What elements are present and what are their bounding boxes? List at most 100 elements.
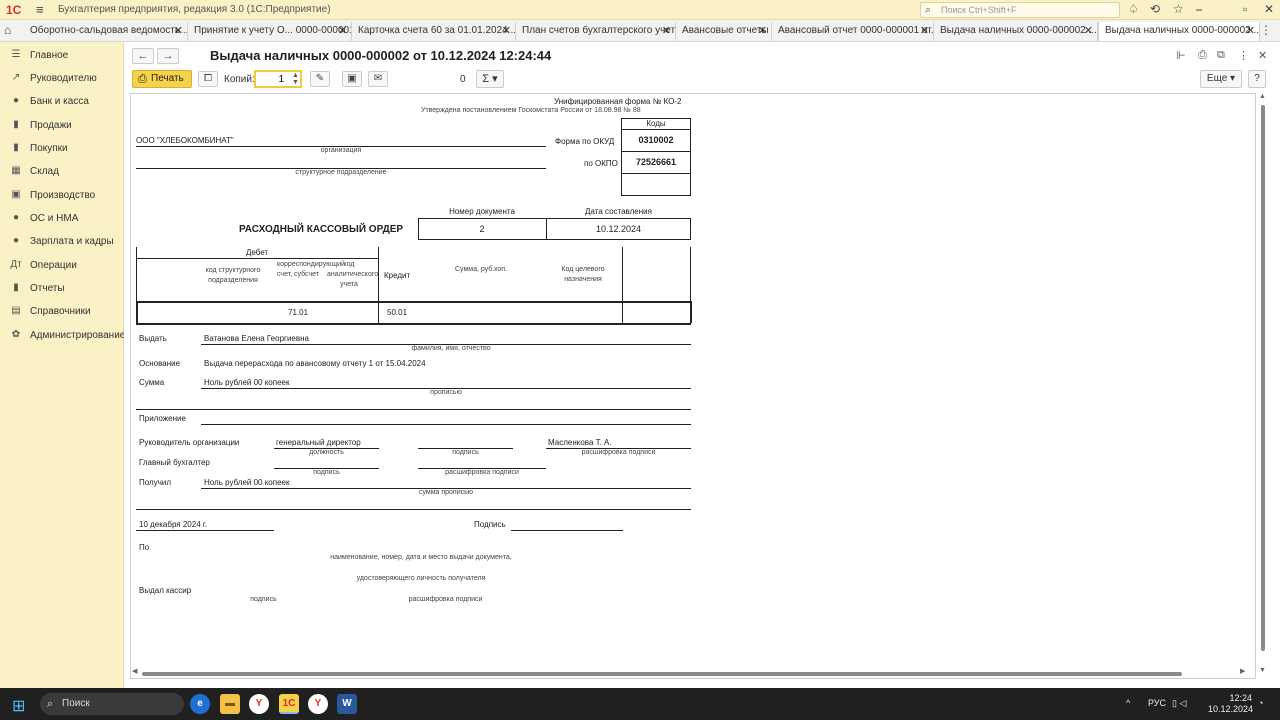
close-tab-icon[interactable]: ✕ [662, 24, 671, 37]
yandex-browser-icon[interactable]: Y [249, 694, 269, 714]
sum-value: 0 [460, 74, 466, 85]
tray-chevron-icon[interactable]: ^ [1126, 698, 1130, 708]
amount-value: Ноль рублей 00 копеек [204, 378, 290, 387]
minimize-icon[interactable]: ⎯ [1196, 2, 1202, 17]
close-tab-icon[interactable]: ✕ [758, 24, 767, 37]
close-tab-icon[interactable]: ✕ [502, 24, 511, 37]
close-form-icon[interactable]: ✕ [1258, 49, 1267, 62]
global-search-input[interactable]: ⌕ Поиск Ctrl+Shift+F [920, 2, 1120, 18]
yandex-icon[interactable]: Y [308, 694, 328, 714]
notifications-icon[interactable]: ◔ [1258, 698, 1263, 708]
scroll-right-icon[interactable]: ▶ [1240, 667, 1245, 675]
windows-start-icon[interactable]: ⊞ [12, 696, 25, 716]
sidebar-item-operations[interactable]: Дт Операции [0, 256, 124, 276]
vertical-scrollbar[interactable]: ▲ ▼ [1258, 93, 1268, 679]
sidebar-item-fixed-assets[interactable]: ● ОС и НМА [0, 209, 124, 229]
sidebar-item-catalogs[interactable]: ▤ Справочники [0, 302, 124, 322]
1c-app-icon[interactable]: 1С [279, 694, 299, 714]
forward-button[interactable]: → [157, 48, 179, 64]
col-amount: Сумма, руб.коп. [454, 266, 507, 273]
link-icon[interactable]: ⧉ [1217, 49, 1225, 62]
signature-caption: подпись [452, 449, 479, 456]
favorites-icon[interactable]: ☆ [1173, 2, 1184, 16]
close-tab-icon[interactable]: ✕ [338, 24, 347, 37]
copies-stepper[interactable]: ▲ ▼ [292, 72, 299, 86]
sidebar-item-purchases[interactable]: ▮ Покупки [0, 139, 124, 159]
scroll-down-icon[interactable]: ▼ [1259, 667, 1266, 674]
more-button[interactable]: Еще ▾ [1200, 70, 1242, 88]
decoding-caption: расшифровка подписи [408, 596, 483, 603]
sidebar-item-reports[interactable]: ▮ Отчеты [0, 279, 124, 299]
main-menu-icon[interactable]: ≡ [36, 2, 44, 17]
search-icon: ⌕ [47, 698, 54, 710]
horizontal-scrollbar[interactable]: ◀ ▶ [132, 667, 1252, 678]
close-tab-icon[interactable]: ✕ [920, 24, 929, 37]
sum-button[interactable]: Σ ▾ [476, 70, 504, 88]
tab-asset-acceptance[interactable]: Принятие к учету О... 0000-000001 ✕ [188, 22, 352, 41]
sidebar-item-bank-cash[interactable]: ● Банк и касса [0, 92, 124, 112]
help-button[interactable]: ? [1248, 70, 1266, 88]
position-caption: должность [309, 449, 344, 456]
settings-icon[interactable]: ⊩ [1176, 49, 1186, 62]
close-tab-icon[interactable]: ✕ [1246, 24, 1255, 37]
codes-header: Коды [646, 119, 666, 128]
sidebar-item-production[interactable]: ▣ Производство [0, 186, 124, 206]
organization-caption: организация [320, 147, 362, 154]
tab-trial-balance[interactable]: Оборотно-сальдовая ведомость ... ✕ [24, 22, 188, 41]
clock[interactable]: 12:24 10.12.2024 [1208, 693, 1253, 715]
sidebar-item-main[interactable]: ☰ Главное [0, 46, 124, 66]
network-sound-icon[interactable]: ▯ ◁ [1172, 698, 1186, 709]
preview-button[interactable]: ⧠ [198, 71, 218, 87]
sidebar-item-warehouse[interactable]: ▦ Склад [0, 162, 124, 182]
explorer-icon[interactable]: ▬ [220, 694, 240, 714]
col-credit: Кредит [384, 271, 411, 280]
amount-caption: прописью [430, 389, 462, 396]
language-indicator[interactable]: РУС [1148, 698, 1166, 708]
col-purpose-code: Код целевого назначения [561, 266, 605, 283]
decoding-caption: расшифровка подписи [581, 449, 656, 456]
close-tab-icon[interactable]: ✕ [1084, 24, 1093, 37]
id-doc-caption: наименование, номер, дата и место выдачи… [330, 554, 512, 561]
tab-account-card[interactable]: Карточка счета 60 за 01.01.2024 ... ✕ [352, 22, 516, 41]
edit-document-button[interactable]: ✎ [310, 71, 330, 87]
send-email-button[interactable]: ✉ [368, 71, 388, 87]
print-preview[interactable]: Унифицированная форма № КО-2 Утверждена … [130, 93, 1256, 679]
vertical-scroll-thumb[interactable] [1261, 105, 1265, 651]
bell-icon[interactable]: ♤ [1128, 2, 1139, 16]
doc-number: 2 [479, 224, 485, 234]
tab-advance-reports[interactable]: Авансовые отчеты ✕ [676, 22, 772, 41]
printer-icon[interactable]: ⎙ [1198, 49, 1207, 62]
restore-icon[interactable]: ▫ [1243, 2, 1247, 16]
sidebar-item-sales[interactable]: ▮ Продажи [0, 116, 124, 136]
scroll-left-icon[interactable]: ◀ [132, 667, 137, 675]
sidebar-item-administration[interactable]: ✿ Администрирование [0, 326, 126, 346]
back-button[interactable]: ← [132, 48, 154, 64]
organization-name: ООО "ХЛЕБОКОМБИНАТ" [136, 136, 234, 145]
search-placeholder: Поиск Ctrl+Shift+F [941, 5, 1017, 15]
close-window-icon[interactable]: ✕ [1264, 2, 1274, 16]
tab-cash-issue-print[interactable]: Выдача наличных 0000-000002 ... ✕ [1098, 22, 1260, 41]
decoding-caption: расшифровка подписи [445, 469, 519, 476]
tabs-menu-icon[interactable]: ⋮ [1260, 23, 1272, 37]
save-button[interactable]: ▣ [342, 71, 362, 87]
taskbar-search[interactable]: ⌕ Поиск [40, 693, 184, 715]
sidebar-item-manager[interactable]: ↗ Руководителю [0, 69, 124, 89]
received-value: Ноль рублей 00 копеек [204, 478, 290, 487]
print-button[interactable]: ⎙ Печать [132, 70, 192, 88]
word-icon[interactable]: W [337, 694, 357, 714]
app-logo[interactable]: 1С [6, 3, 21, 17]
head-label: Руководитель организации [139, 438, 240, 447]
tab-chart-of-accounts[interactable]: План счетов бухгалтерского учета ✕ [516, 22, 676, 41]
horizontal-scroll-thumb[interactable] [142, 672, 1182, 676]
close-tab-icon[interactable]: ✕ [174, 24, 183, 37]
tab-advance-report[interactable]: Авансовый отчет 0000-000001 от... ✕ [772, 22, 934, 41]
copies-label: Копий: [224, 74, 255, 85]
person-icon: ● [12, 235, 20, 246]
history-icon[interactable]: ⟲ [1150, 2, 1160, 16]
more-vertical-icon[interactable]: ⋮ [1238, 49, 1249, 62]
tab-cash-issue[interactable]: Выдача наличных 0000-000002 ... ✕ [934, 22, 1098, 41]
home-icon[interactable]: ⌂ [4, 23, 11, 37]
scroll-up-icon[interactable]: ▲ [1259, 93, 1266, 100]
sidebar-item-salary[interactable]: ● Зарплата и кадры [0, 232, 124, 252]
edge-icon[interactable]: e [190, 694, 210, 714]
